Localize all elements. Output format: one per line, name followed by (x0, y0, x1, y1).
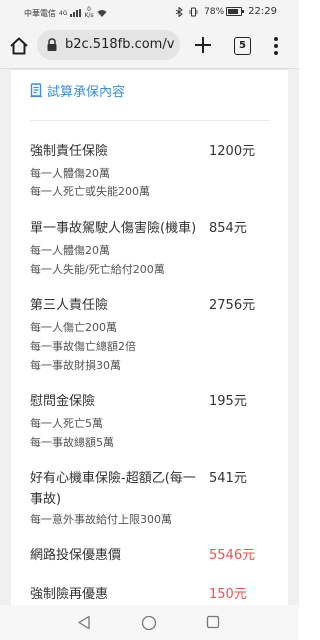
coverage-note: 每一人傷亡200萬 (30, 321, 117, 334)
home-icon[interactable] (8, 35, 30, 57)
coverage-price: 1200元 (209, 144, 256, 159)
section-title: 試算承保內容 (47, 85, 126, 100)
status-right: 78% 22:29 (175, 6, 277, 17)
recent-apps-icon[interactable] (206, 615, 220, 629)
clock: 22:29 (248, 6, 277, 17)
coverage-note: 每一人失能/死亡給付200萬 (30, 263, 165, 276)
coverage-note: 每一意外事故給付上限300萬 (30, 513, 172, 526)
vibrate-icon (189, 7, 198, 16)
divider (11, 69, 288, 70)
status-left: 中華電信 4G 0 K/s (24, 7, 107, 19)
coverage-note: 每一人體傷20萬 (30, 244, 110, 257)
plus-icon[interactable] (193, 35, 213, 55)
coverage-name: 慰問金保險 (30, 394, 96, 409)
battery-icon (226, 7, 245, 16)
wifi-icon (97, 10, 107, 17)
browser-toolbar: b2c.518fb.com/v 5 (0, 24, 299, 69)
bluetooth-icon (175, 6, 183, 17)
coverage-price: 2756元 (209, 298, 256, 313)
carrier-label: 中華電信 (24, 8, 56, 18)
coverage-name: 強制責任保險 (30, 144, 109, 159)
coverage-price: 195元 (209, 394, 247, 409)
coverage-price: 541元 (209, 471, 247, 486)
coverage-note: 每一人死亡5萬 (30, 417, 103, 430)
coverage-name: 單一事故駕駛人傷害險(機車) (30, 221, 197, 236)
tabs-button[interactable]: 5 (234, 37, 251, 55)
discount-label: 強制險再優惠 (30, 587, 109, 602)
document-icon (30, 83, 42, 98)
net-speed-unit: K/s (84, 12, 94, 19)
tab-count: 5 (239, 40, 246, 51)
page-content: 試算承保內容 強制責任保險 1200元 每一人體傷20萬 每一人死亡或失能200… (0, 69, 299, 605)
system-nav-bar (0, 605, 299, 640)
coverage-note: 每一事故財損30萬 (30, 359, 121, 372)
coverage-note: 每一事故傷亡總額2倍 (30, 340, 136, 353)
back-icon[interactable] (77, 615, 91, 630)
coverage-name: 好有心機車保險-超額乙(每一事故) (30, 471, 196, 507)
coverage-note: 每一人體傷20萬 (30, 167, 110, 180)
lock-icon (47, 38, 57, 51)
signal-icon (70, 9, 82, 17)
quote-card: 試算承保內容 強制責任保險 1200元 每一人體傷20萬 每一人死亡或失能200… (11, 69, 288, 605)
discount-price: 150元 (209, 587, 247, 602)
net-speed: 0 K/s (84, 7, 93, 19)
home-circle-icon[interactable] (141, 615, 157, 631)
battery-percent: 78% (204, 6, 225, 17)
status-bar: 中華電信 4G 0 K/s 78% 22:29 (0, 0, 299, 24)
more-vert-icon[interactable] (272, 36, 280, 56)
coverage-note: 每一人死亡或失能200萬 (30, 185, 150, 198)
section-header: 試算承保內容 (30, 81, 125, 100)
discount-price: 5546元 (209, 548, 256, 563)
address-bar[interactable]: b2c.518fb.com/v (37, 30, 180, 60)
coverage-note: 每一事故總額5萬 (30, 436, 114, 449)
discount-label: 網路投保優惠價 (30, 548, 122, 563)
network-label: 4G (59, 9, 68, 17)
url-text[interactable]: b2c.518fb.com/v (65, 37, 177, 52)
coverage-name: 第三人責任險 (30, 298, 109, 313)
coverage-price: 854元 (209, 221, 247, 236)
divider (30, 120, 269, 121)
